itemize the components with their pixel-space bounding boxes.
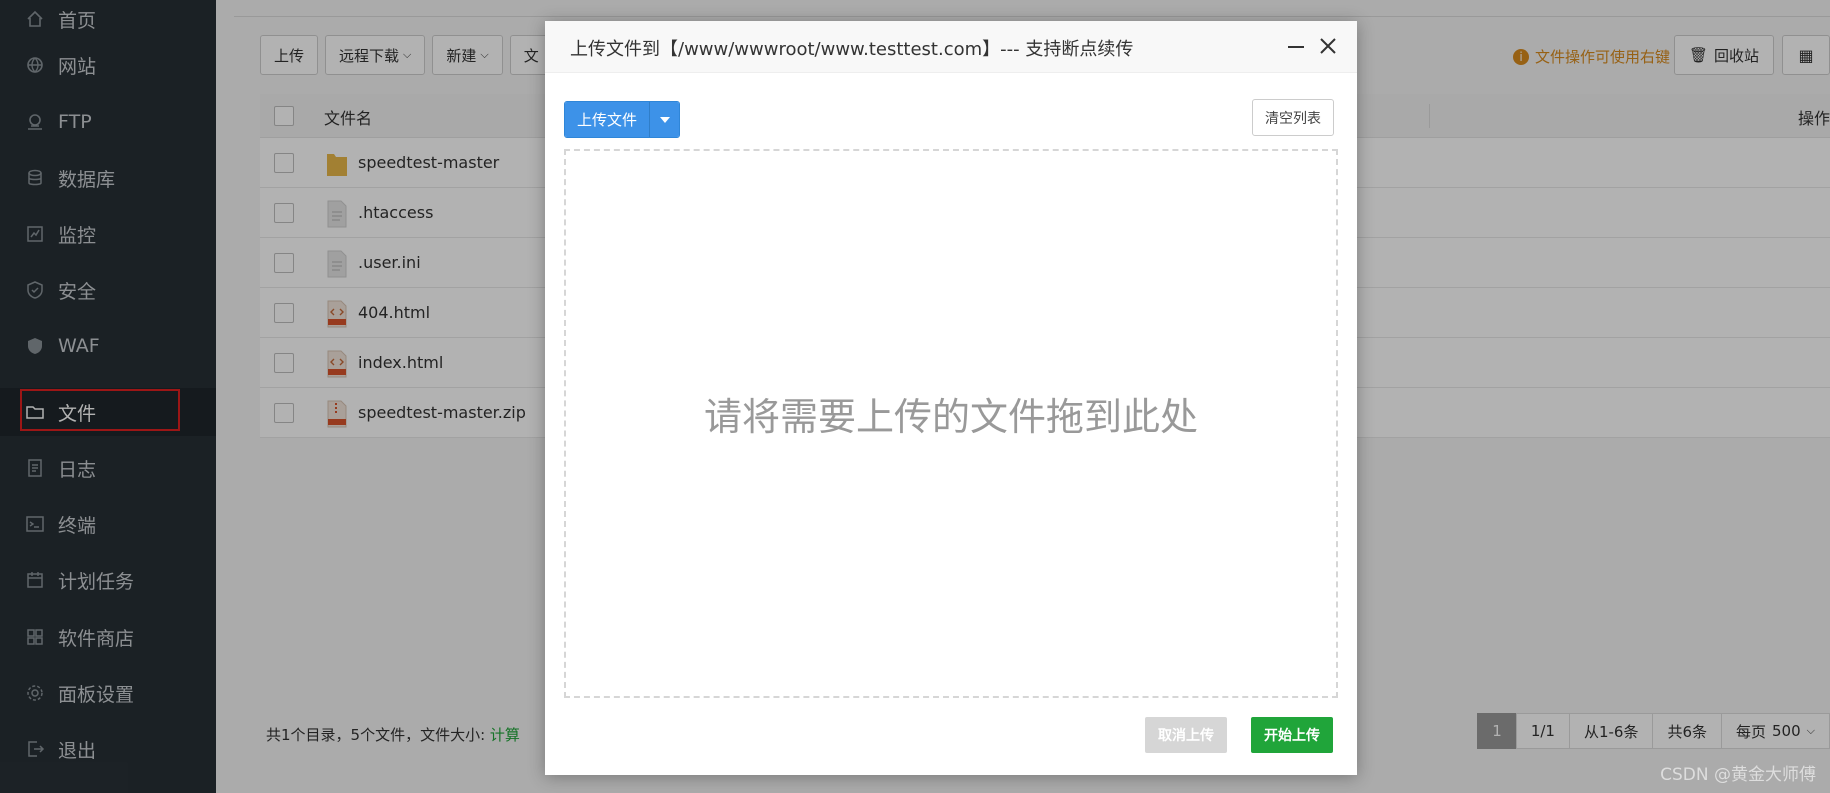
upload-file-split-button: 上传文件	[564, 101, 681, 138]
upload-dialog: 上传文件到【/www/wwwroot/www.testtest.com】--- …	[545, 21, 1357, 775]
caret-down-icon	[659, 116, 670, 123]
minimize-icon[interactable]	[1285, 35, 1307, 57]
upload-options-dropdown[interactable]	[649, 102, 680, 137]
watermark: CSDN @黄金大师傅	[1660, 765, 1816, 785]
upload-file-button[interactable]: 上传文件	[565, 102, 650, 137]
cancel-upload-button[interactable]: 取消上传	[1145, 717, 1227, 753]
dialog-title: 上传文件到【/www/wwwroot/www.testtest.com】--- …	[570, 39, 1134, 60]
start-upload-button[interactable]: 开始上传	[1251, 717, 1333, 753]
drop-hint: 请将需要上传的文件拖到此处	[703, 395, 1198, 439]
close-icon[interactable]	[1317, 35, 1339, 57]
file-drop-zone[interactable]: 请将需要上传的文件拖到此处	[564, 149, 1338, 698]
dialog-header: 上传文件到【/www/wwwroot/www.testtest.com】--- …	[545, 21, 1357, 73]
clear-list-button[interactable]: 清空列表	[1252, 99, 1334, 136]
